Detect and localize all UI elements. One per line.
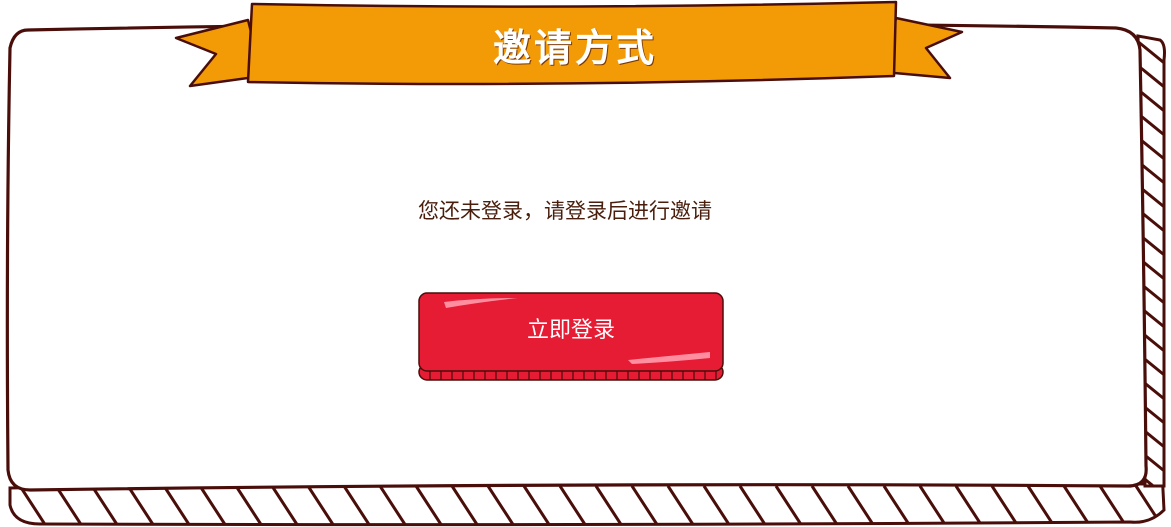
login-now-button[interactable]: 立即登录 [418,292,724,382]
login-button-label: 立即登录 [526,318,615,343]
dialog-panel [5,21,1148,492]
dialog-title: 邀请方式 [492,25,657,70]
dialog-frame [5,0,1166,527]
login-required-message: 您还未登录，请登录后进行邀请 [418,199,712,223]
